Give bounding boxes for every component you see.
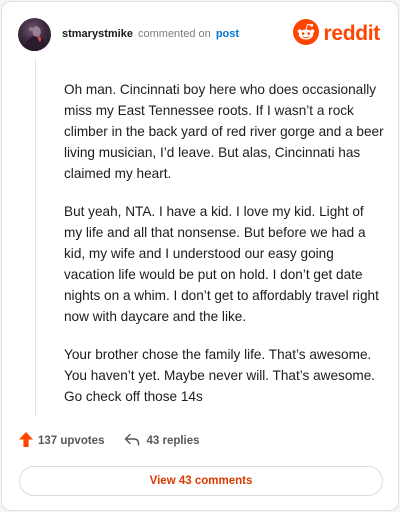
comment-footer: 137 upvotes 43 replies — [19, 431, 200, 451]
upvote-count: 137 upvotes — [38, 435, 105, 447]
action-text: commented on — [138, 28, 211, 40]
comment-body: Oh man. Cincinnati boy here who does occ… — [64, 79, 384, 424]
comment-paragraph: But yeah, NTA. I have a kid. I love my k… — [64, 204, 379, 324]
username[interactable]: stmarystmike — [62, 28, 133, 40]
comment-header: stmarystmike commented on post reddit — [18, 18, 382, 52]
reddit-brand[interactable]: reddit — [293, 18, 380, 50]
brand-wordmark: reddit — [323, 22, 380, 45]
comment-paragraph: Oh man. Cincinnati boy here who does occ… — [64, 82, 384, 181]
replies-button[interactable]: 43 replies — [124, 433, 200, 449]
comment-meta: stmarystmike commented on post — [62, 28, 239, 41]
avatar[interactable] — [18, 18, 51, 51]
upvote-arrow-icon — [19, 432, 38, 450]
upvote-button[interactable]: 137 upvotes — [19, 432, 104, 450]
post-link[interactable]: post — [216, 28, 239, 40]
thread-line — [35, 58, 36, 416]
view-comments-button[interactable]: View 43 comments — [19, 466, 383, 496]
reddit-logo-icon — [293, 18, 320, 50]
reply-count: 43 replies — [146, 435, 200, 447]
comment-card: stmarystmike commented on post reddit Oh… — [1, 1, 399, 511]
comment-paragraph: Your brother chose the family life. That… — [64, 347, 376, 404]
reply-icon — [124, 433, 146, 449]
